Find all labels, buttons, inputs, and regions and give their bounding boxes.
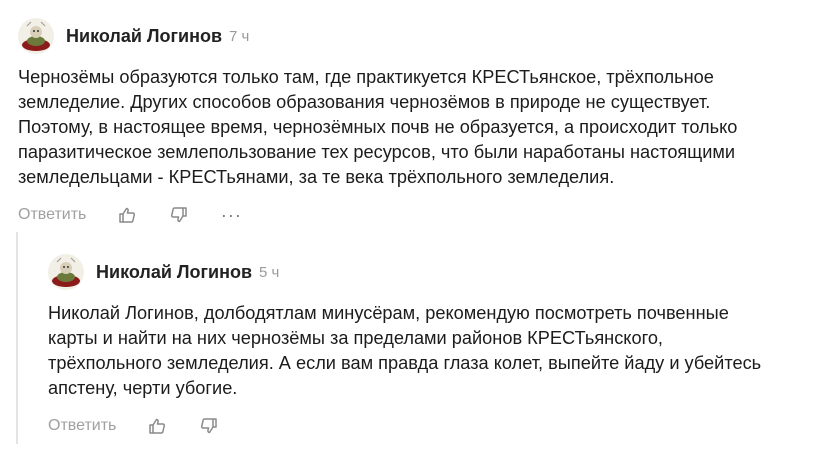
author-name[interactable]: Николай Логинов [96, 262, 252, 283]
comment-time: 7 ч [229, 27, 250, 45]
thumbs-down-icon[interactable] [168, 204, 190, 226]
comment-time: 5 ч [259, 263, 280, 281]
comment-actions: Ответить ··· [18, 203, 828, 227]
thumbs-up-icon[interactable] [146, 415, 168, 437]
reply-button[interactable]: Ответить [48, 417, 116, 435]
comment-actions: Ответить [48, 414, 828, 438]
more-dots-icon[interactable]: ··· [220, 204, 242, 226]
thumbs-up-icon[interactable] [116, 204, 138, 226]
author-name[interactable]: Николай Логинов [66, 26, 222, 47]
avatar[interactable] [48, 254, 84, 290]
reply-thread: Николай Логинов 5 ч Николай Логинов, дол… [16, 232, 832, 444]
comment-text: Николай Логинов, долбодятлам минусёрам, … [48, 303, 762, 398]
comment-text: Чернозёмы образуются только там, где пра… [18, 67, 738, 187]
comment: Николай Логинов 7 ч Чернозёмы образуются… [18, 14, 828, 227]
comment-reply: Николай Логинов 5 ч Николай Логинов, дол… [48, 250, 828, 438]
thumbs-down-icon[interactable] [198, 415, 220, 437]
comment-header: Николай Логинов 7 ч [18, 14, 828, 58]
avatar[interactable] [18, 18, 54, 54]
reply-button[interactable]: Ответить [18, 206, 86, 224]
comment-header: Николай Логинов 5 ч [48, 250, 828, 294]
